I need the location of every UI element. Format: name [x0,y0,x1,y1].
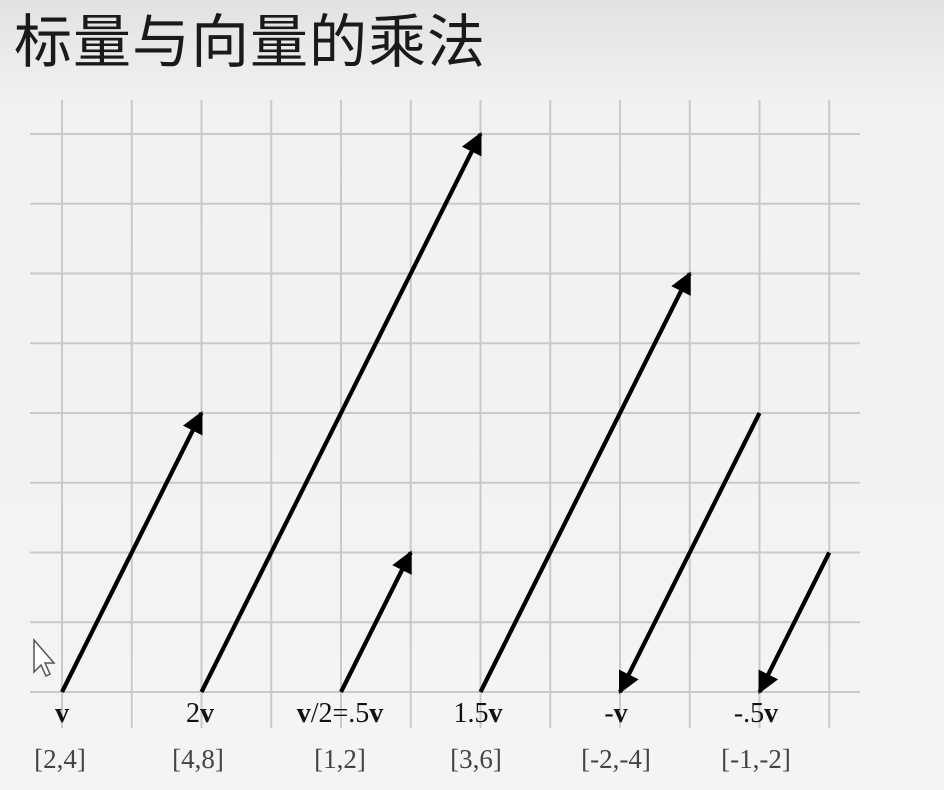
vector-label-v: v [55,698,69,729]
coord-label: [3,6] [450,744,502,774]
vector-diagram: v 2v v/2=.5v 1.5v -v -.5v [2,4] [4,8] [1… [30,100,860,774]
coord-label: [1,2] [314,744,366,774]
vector-label-neg-half-v: -.5v [734,698,778,729]
mouse-cursor-icon [33,637,56,678]
slide: 标量与向量的乘法 v 2v v/2=.5v 1.5v -v -.5v [2,4]… [0,0,944,790]
vector-label-neg-v: -v [604,698,627,729]
vector-labels: v 2v v/2=.5v 1.5v -v -.5v [55,698,778,729]
coord-label: [-1,-2] [721,744,791,774]
vector-label-2v: 2v [186,698,214,729]
coord-label: [4,8] [172,744,224,774]
coord-label: [2,4] [34,744,86,774]
vector-label-1-5v: 1.5v [454,698,503,729]
coordinate-labels: [2,4] [4,8] [1,2] [3,6] [-2,-4] [-1,-2] [34,744,791,774]
coord-label: [-2,-4] [581,744,651,774]
vector-label-half-v: v/2=.5v [297,698,384,729]
grid [30,100,860,728]
